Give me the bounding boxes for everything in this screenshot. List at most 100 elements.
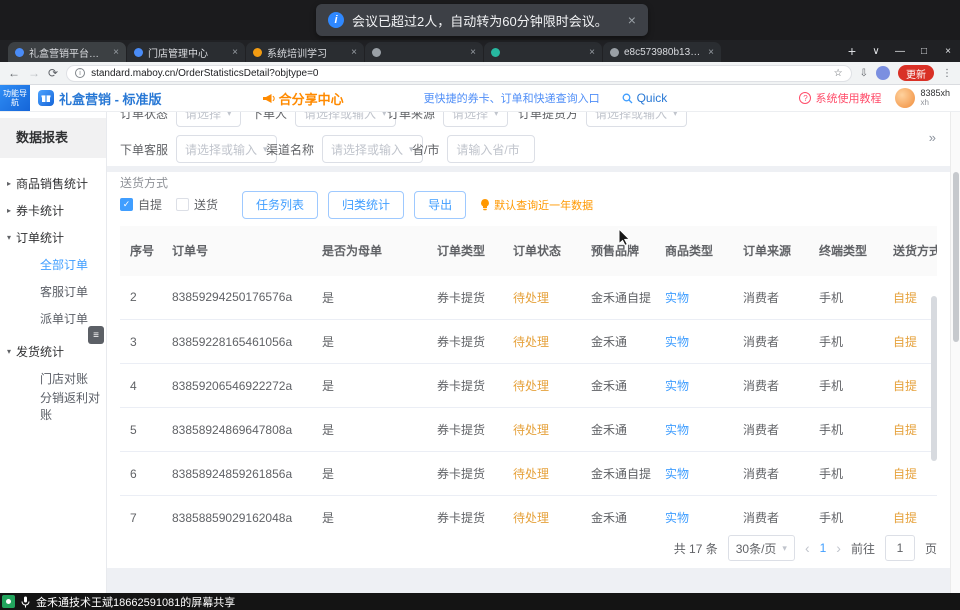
column-header: 订单号 <box>162 226 312 276</box>
filter-expand-icon[interactable]: » <box>929 130 936 145</box>
filter-label: 订单提货方 <box>518 112 578 122</box>
tab-title: 礼盒营销平台管理中心 <box>29 45 108 60</box>
forward-icon[interactable]: → <box>28 66 40 80</box>
browser-tab[interactable]: 门店管理中心 × <box>127 42 245 62</box>
app-body: 数据报表 ▸ 商品销售统计 ▸ 券卡统计 ▾ 订单统计 <box>0 112 960 593</box>
table-scrollbar[interactable] <box>931 296 937 461</box>
cell-is-parent: 是 <box>312 320 427 364</box>
cell-goods-type-link[interactable]: 实物 <box>655 364 733 408</box>
table-row: 4 83859206546922272a 是 券卡提货 待处理 金禾通 实物 消… <box>120 364 937 408</box>
search-icon <box>622 93 633 104</box>
reload-icon[interactable]: ⟳ <box>48 66 58 80</box>
sidebar: 数据报表 ▸ 商品销售统计 ▸ 券卡统计 ▾ 订单统计 <box>0 112 107 593</box>
delivery-method-label: 送货方式 <box>120 176 937 190</box>
checkbox-unchecked-icon[interactable] <box>176 198 189 211</box>
browser-tabstrip: 礼盒营销平台管理中心 × 门店管理中心 × 系统培训学习 × × <box>0 40 960 62</box>
action-button[interactable]: 任务列表 <box>242 191 318 219</box>
sidebar-collapse-handle[interactable]: ≡ <box>88 326 104 344</box>
filter-label: 订单状态 <box>120 112 168 122</box>
page-number[interactable]: 1 <box>820 541 827 555</box>
tab-close-icon[interactable]: × <box>113 47 119 58</box>
filter-select[interactable]: 请选择或输入 ▾ <box>295 112 396 127</box>
cell-goods-type-link[interactable]: 实物 <box>655 408 733 452</box>
sidebar-item[interactable]: 分销返利对账 <box>0 392 106 419</box>
tab-favicon <box>134 48 143 57</box>
filter-placeholder: 请选择或输入 <box>595 112 667 122</box>
filter-placeholder: 请选择或输入 <box>304 112 376 122</box>
toast-close-icon[interactable]: × <box>628 12 636 28</box>
browser-profile-avatar[interactable] <box>876 66 890 80</box>
orders-table: 序号 订单号 是否为母单 订单类型 订单状态 预售 <box>120 226 937 529</box>
browser-update-button[interactable]: 更新 <box>898 65 934 81</box>
filter-select[interactable]: 请选择或输入 ▾ <box>586 112 687 127</box>
cell-is-parent: 是 <box>312 496 427 529</box>
column-header: 商品类型 <box>655 226 733 276</box>
cell-goods-type-link[interactable]: 实物 <box>655 496 733 529</box>
page-size-select[interactable]: 30条/页 ▾ <box>728 535 795 561</box>
filter-select[interactable]: 请输入省/市 <box>447 135 534 163</box>
orders-table-wrap: 序号 订单号 是否为母单 订单类型 订单状态 预售 <box>120 226 937 529</box>
function-nav-toggle[interactable]: 功能导航 <box>0 85 30 111</box>
browser-menu-icon[interactable]: ⋮ <box>942 68 952 79</box>
browser-tab[interactable]: 系统培训学习 × <box>246 42 364 62</box>
goto-page-input[interactable] <box>885 535 915 561</box>
browser-tab[interactable]: e8c573980b1328a258fd2e6 × <box>603 42 721 62</box>
action-button[interactable]: 导出 <box>414 191 466 219</box>
browser-tab[interactable]: × <box>484 42 602 62</box>
cell-goods-type-link[interactable]: 实物 <box>655 276 733 320</box>
sidebar-item[interactable]: ▸ 券卡统计 <box>0 197 106 224</box>
cell-delivery: 自提 <box>883 408 937 452</box>
site-info-icon[interactable]: i <box>75 68 85 78</box>
sidebar-menu: ▸ 商品销售统计 ▸ 券卡统计 ▾ 订单统计 <box>0 158 106 419</box>
next-page-icon[interactable]: › <box>836 540 841 556</box>
new-tab-button[interactable]: + <box>848 43 856 59</box>
download-icon[interactable]: ⇩ <box>860 68 868 79</box>
browser-tab[interactable]: × <box>365 42 483 62</box>
tab-search-icon[interactable]: ∨ <box>864 46 888 57</box>
share-center-link[interactable]: 合分享中心 <box>262 89 344 108</box>
checkbox-checked-icon[interactable]: ✓ <box>120 198 133 211</box>
bookmark-star-icon[interactable]: ☆ <box>834 68 843 79</box>
filter-select[interactable]: 请选择 ▾ <box>443 112 508 127</box>
sidebar-item-label: 券卡统计 <box>16 202 64 219</box>
window-close-button[interactable]: × <box>936 46 960 57</box>
sidebar-item[interactable]: ▾ 订单统计 <box>0 224 106 251</box>
browser-tab[interactable]: 礼盒营销平台管理中心 × <box>8 42 126 62</box>
quick-entry-tip[interactable]: 更快捷的券卡、订单和快递查询入口 <box>424 90 600 106</box>
goto-unit: 页 <box>925 540 937 557</box>
tab-close-icon[interactable]: × <box>232 47 238 58</box>
filter-select[interactable]: 请选择 ▾ <box>176 112 241 127</box>
cell-source: 消费者 <box>733 364 809 408</box>
page-scrollbar-thumb[interactable] <box>953 172 959 342</box>
sidebar-item[interactable]: 全部订单 <box>0 251 106 278</box>
tab-close-icon[interactable]: × <box>351 47 357 58</box>
cell-source: 消费者 <box>733 408 809 452</box>
tab-close-icon[interactable]: × <box>589 47 595 58</box>
column-header: 是否为母单 <box>312 226 427 276</box>
cell-seq: 6 <box>120 452 162 496</box>
filter-select[interactable]: 请选择或输入 ▾ <box>322 135 423 163</box>
checkbox-pickup[interactable]: ✓ 自提 <box>120 196 162 213</box>
tab-close-icon[interactable]: × <box>708 47 714 58</box>
tab-close-icon[interactable]: × <box>470 47 476 58</box>
action-button[interactable]: 归类统计 <box>328 191 404 219</box>
checkbox-delivery[interactable]: 送货 <box>176 196 218 213</box>
sidebar-item[interactable]: ▸ 商品销售统计 <box>0 170 106 197</box>
cell-goods-type-link[interactable]: 实物 <box>655 452 733 496</box>
quick-search[interactable]: Quick <box>622 91 668 105</box>
sidebar-item-label: 派单订单 <box>40 310 88 327</box>
window-minimize-button[interactable]: — <box>888 46 912 57</box>
cell-delivery: 自提 <box>883 496 937 529</box>
cell-goods-type-link[interactable]: 实物 <box>655 320 733 364</box>
prev-page-icon[interactable]: ‹ <box>805 540 810 556</box>
filter-select[interactable]: 请选择或输入 ▾ <box>176 135 277 163</box>
back-icon[interactable]: ← <box>8 66 20 80</box>
lightbulb-icon <box>480 199 490 211</box>
window-maximize-button[interactable]: □ <box>912 46 936 57</box>
user-menu[interactable]: 8385xh xh <box>895 88 950 108</box>
sidebar-item[interactable]: 客服订单 <box>0 278 106 305</box>
address-bar[interactable]: i standard.maboy.cn/OrderStatisticsDetai… <box>66 65 852 82</box>
url-text[interactable]: standard.maboy.cn/OrderStatisticsDetail?… <box>91 68 828 79</box>
tutorial-link[interactable]: ? 系统使用教程 <box>799 90 881 106</box>
action-buttons: 任务列表 归类统计 导出 <box>242 191 466 219</box>
